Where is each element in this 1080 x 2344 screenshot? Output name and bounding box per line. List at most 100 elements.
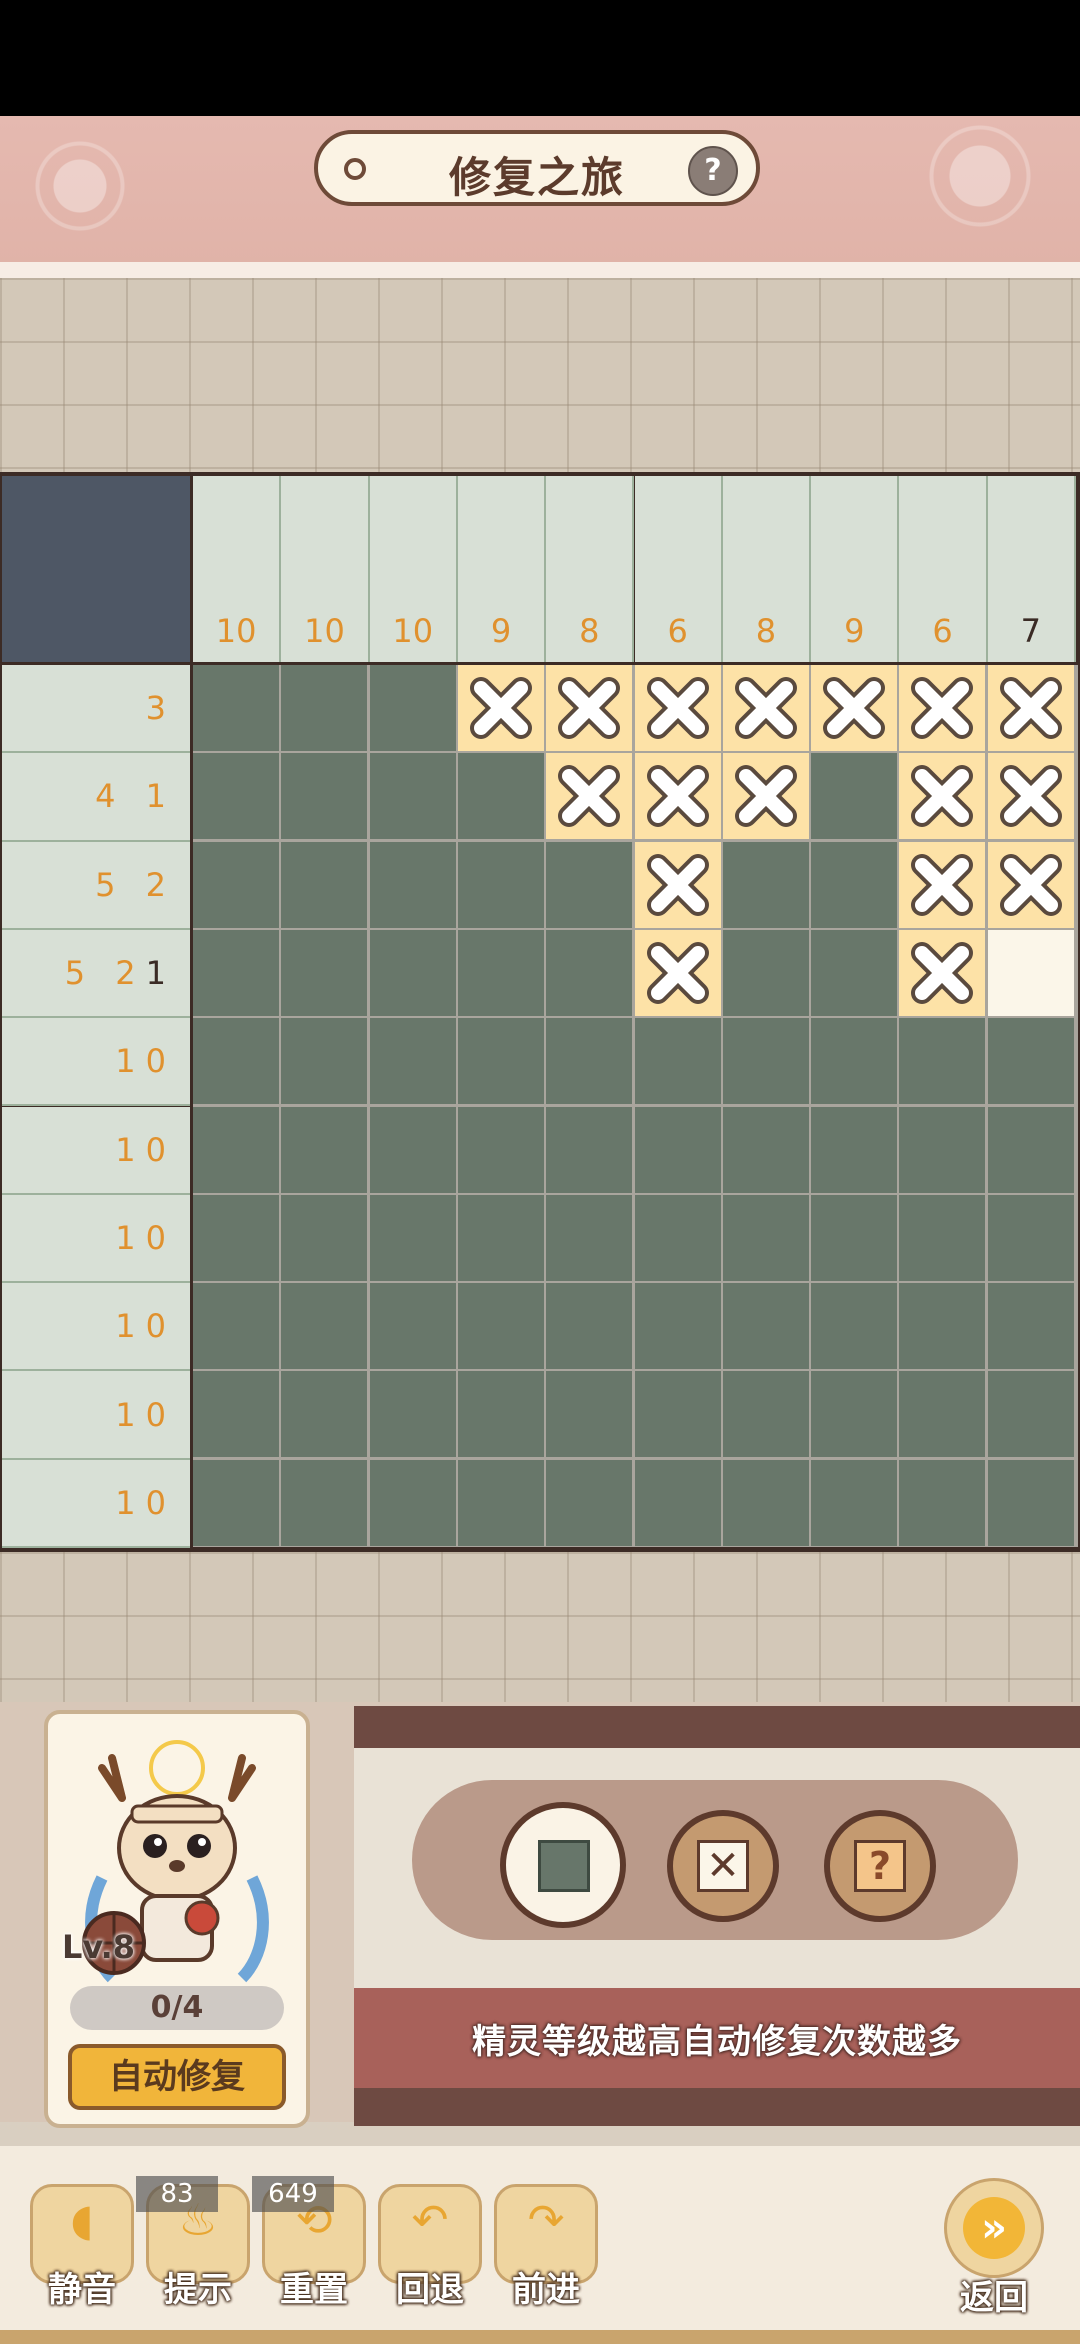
crossed-cell[interactable] xyxy=(899,841,986,928)
filled-cell[interactable] xyxy=(193,1371,279,1458)
filled-cell[interactable] xyxy=(193,1106,279,1193)
empty-cell[interactable] xyxy=(987,929,1074,1016)
filled-cell[interactable] xyxy=(722,1371,809,1458)
crossed-cell[interactable] xyxy=(722,665,809,751)
filled-cell[interactable] xyxy=(634,1194,721,1281)
filled-cell[interactable] xyxy=(369,1283,456,1370)
filled-cell[interactable] xyxy=(546,1106,633,1193)
filled-cell[interactable] xyxy=(193,1283,279,1370)
help-button[interactable]: ? xyxy=(688,146,738,196)
crossed-cell[interactable] xyxy=(987,665,1074,751)
filled-cell[interactable] xyxy=(369,1371,456,1458)
filled-cell[interactable] xyxy=(193,929,279,1016)
filled-cell[interactable] xyxy=(546,1371,633,1458)
crossed-cell[interactable] xyxy=(546,753,633,840)
filled-cell[interactable] xyxy=(193,1459,279,1546)
filled-cell[interactable] xyxy=(281,1459,368,1546)
filled-cell[interactable] xyxy=(281,753,368,840)
filled-cell[interactable] xyxy=(987,1371,1074,1458)
crossed-cell[interactable] xyxy=(634,841,721,928)
crossed-cell[interactable] xyxy=(811,665,898,751)
filled-cell[interactable] xyxy=(546,1283,633,1370)
filled-cell[interactable] xyxy=(811,1371,898,1458)
filled-cell[interactable] xyxy=(722,1283,809,1370)
auto-repair-button[interactable]: 自动修复 xyxy=(68,2044,286,2110)
filled-cell[interactable] xyxy=(546,1459,633,1546)
mark-tool-button[interactable]: ? xyxy=(824,1810,936,1922)
filled-cell[interactable] xyxy=(987,1459,1074,1546)
filled-cell[interactable] xyxy=(457,1459,544,1546)
crossed-cell[interactable] xyxy=(634,753,721,840)
filled-cell[interactable] xyxy=(811,929,898,1016)
filled-cell[interactable] xyxy=(811,1194,898,1281)
filled-cell[interactable] xyxy=(811,1283,898,1370)
crossed-cell[interactable] xyxy=(899,665,986,751)
filled-cell[interactable] xyxy=(193,1018,279,1105)
filled-cell[interactable] xyxy=(281,929,368,1016)
crossed-cell[interactable] xyxy=(546,665,633,751)
filled-cell[interactable] xyxy=(987,1018,1074,1105)
filled-cell[interactable] xyxy=(369,929,456,1016)
filled-cell[interactable] xyxy=(193,1194,279,1281)
filled-cell[interactable] xyxy=(369,1018,456,1105)
filled-cell[interactable] xyxy=(369,1106,456,1193)
filled-cell[interactable] xyxy=(811,1459,898,1546)
filled-cell[interactable] xyxy=(811,753,898,840)
filled-cell[interactable] xyxy=(369,1459,456,1546)
filled-cell[interactable] xyxy=(899,1018,986,1105)
filled-cell[interactable] xyxy=(281,1194,368,1281)
filled-cell[interactable] xyxy=(281,665,368,751)
filled-cell[interactable] xyxy=(899,1106,986,1193)
filled-cell[interactable] xyxy=(811,1018,898,1105)
filled-cell[interactable] xyxy=(369,665,456,751)
filled-cell[interactable] xyxy=(546,1018,633,1105)
crossed-cell[interactable] xyxy=(722,753,809,840)
filled-cell[interactable] xyxy=(457,1283,544,1370)
filled-cell[interactable] xyxy=(987,1106,1074,1193)
filled-cell[interactable] xyxy=(193,665,279,751)
crossed-cell[interactable] xyxy=(987,753,1074,840)
filled-cell[interactable] xyxy=(722,929,809,1016)
filled-cell[interactable] xyxy=(281,1106,368,1193)
filled-cell[interactable] xyxy=(457,841,544,928)
filled-cell[interactable] xyxy=(811,841,898,928)
filled-cell[interactable] xyxy=(722,1018,809,1105)
filled-cell[interactable] xyxy=(634,1283,721,1370)
filled-cell[interactable] xyxy=(722,1459,809,1546)
filled-cell[interactable] xyxy=(987,1283,1074,1370)
filled-cell[interactable] xyxy=(722,841,809,928)
filled-cell[interactable] xyxy=(193,753,279,840)
back-button[interactable]: » xyxy=(944,2178,1044,2278)
crossed-cell[interactable] xyxy=(457,665,544,751)
filled-cell[interactable] xyxy=(281,1371,368,1458)
filled-cell[interactable] xyxy=(281,841,368,928)
filled-cell[interactable] xyxy=(634,1018,721,1105)
filled-cell[interactable] xyxy=(546,929,633,1016)
filled-cell[interactable] xyxy=(546,841,633,928)
filled-cell[interactable] xyxy=(899,1283,986,1370)
filled-cell[interactable] xyxy=(634,1106,721,1193)
crossed-cell[interactable] xyxy=(634,665,721,751)
crossed-cell[interactable] xyxy=(899,929,986,1016)
filled-cell[interactable] xyxy=(369,1194,456,1281)
filled-cell[interactable] xyxy=(987,1194,1074,1281)
filled-cell[interactable] xyxy=(899,1371,986,1458)
filled-cell[interactable] xyxy=(369,841,456,928)
filled-cell[interactable] xyxy=(634,1371,721,1458)
filled-cell[interactable] xyxy=(457,753,544,840)
filled-cell[interactable] xyxy=(369,753,456,840)
filled-cell[interactable] xyxy=(722,1106,809,1193)
filled-cell[interactable] xyxy=(546,1194,633,1281)
filled-cell[interactable] xyxy=(457,1106,544,1193)
crossed-cell[interactable] xyxy=(634,929,721,1016)
filled-cell[interactable] xyxy=(457,1018,544,1105)
filled-cell[interactable] xyxy=(634,1459,721,1546)
filled-cell[interactable] xyxy=(899,1459,986,1546)
filled-cell[interactable] xyxy=(457,1194,544,1281)
filled-cell[interactable] xyxy=(899,1194,986,1281)
filled-cell[interactable] xyxy=(457,929,544,1016)
crossed-cell[interactable] xyxy=(987,841,1074,928)
filled-cell[interactable] xyxy=(281,1018,368,1105)
filled-cell[interactable] xyxy=(193,841,279,928)
filled-cell[interactable] xyxy=(811,1106,898,1193)
